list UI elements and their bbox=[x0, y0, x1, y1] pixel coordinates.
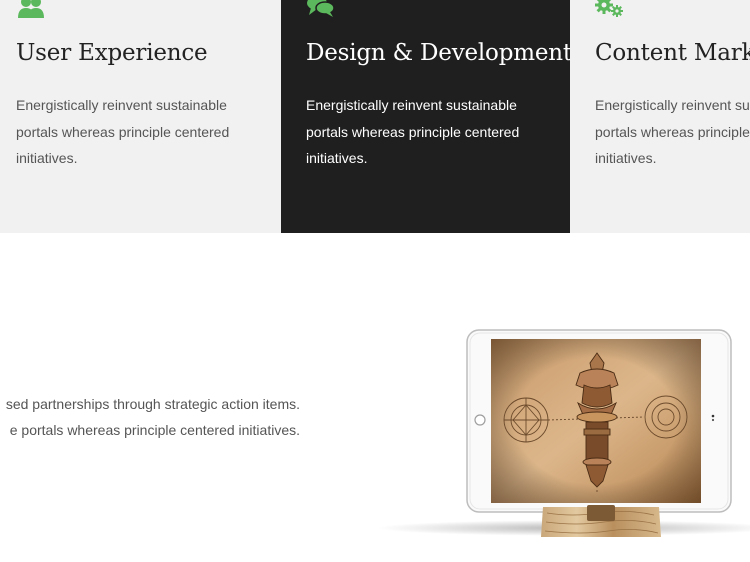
feature-text: Energistically reinvent sustainable port… bbox=[16, 97, 230, 166]
gears-icon bbox=[595, 0, 623, 17]
about-text-line: sed partnerships through strategic actio… bbox=[5, 396, 300, 412]
feature-card-content-marketing: Content Marketing Energistically reinven… bbox=[570, 0, 750, 233]
feature-title: User Experience bbox=[16, 40, 208, 66]
feature-card-design-development: Design & Development Energistically rein… bbox=[281, 0, 570, 233]
about-text: sed partnerships through strategic actio… bbox=[0, 391, 300, 443]
feature-text: Energistically reinvent sustainable port… bbox=[595, 97, 750, 166]
feature-card-user-experience: User Experience Energistically reinvent … bbox=[0, 0, 281, 233]
tablet-mockup-image bbox=[377, 329, 750, 537]
about-text-line: e portals whereas principle centered ini… bbox=[9, 422, 300, 438]
feature-title: Design & Development bbox=[306, 40, 570, 66]
feature-title: Content Marketing bbox=[595, 40, 750, 66]
features-section: User Experience Energistically reinvent … bbox=[0, 0, 750, 233]
feature-text: Energistically reinvent sustainable port… bbox=[306, 97, 520, 166]
chat-icon bbox=[307, 0, 335, 17]
users-icon bbox=[18, 0, 44, 18]
